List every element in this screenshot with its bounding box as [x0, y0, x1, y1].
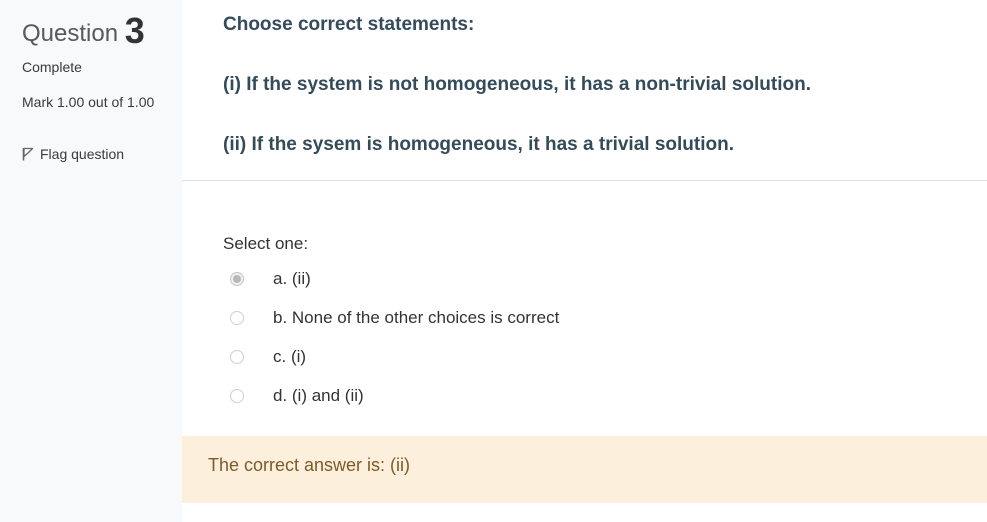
statement-ii: (ii) If the sysem is homogeneous, it has… [223, 134, 734, 155]
answer-option-a[interactable]: a. (ii) [230, 267, 311, 291]
question-text: Choose correct statements: (i) If the sy… [182, 0, 987, 181]
flag-icon [22, 147, 34, 161]
radio-button-c[interactable] [230, 350, 244, 364]
feedback-box: The correct answer is: (ii) [182, 436, 987, 503]
question-state: Complete [22, 59, 82, 75]
option-label-b: b. None of the other choices is correct [273, 308, 560, 327]
question-number: 3 [124, 10, 145, 51]
option-label-d: d. (i) and (ii) [273, 386, 364, 405]
question-content: Choose correct statements: (i) If the sy… [182, 0, 987, 522]
question-grade: Mark 1.00 out of 1.00 [22, 94, 155, 110]
option-label-a: a. (ii) [273, 269, 311, 288]
radio-button-a[interactable] [230, 272, 244, 286]
flag-question-label: Flag question [40, 146, 125, 162]
answer-option-b[interactable]: b. None of the other choices is correct [230, 306, 559, 330]
radio-button-b[interactable] [230, 311, 244, 325]
option-label-c: c. (i) [273, 347, 307, 366]
select-one-prompt: Select one: [223, 234, 309, 253]
question-instruction: Choose correct statements: [223, 14, 475, 35]
question-label: Question [22, 20, 119, 47]
question-number-heading: Question 3 [22, 8, 182, 51]
question-info-panel: Question 3 Complete Mark 1.00 out of 1.0… [0, 0, 182, 522]
radio-button-d[interactable] [230, 389, 244, 403]
answer-option-d[interactable]: d. (i) and (ii) [230, 384, 364, 408]
answer-option-c[interactable]: c. (i) [230, 345, 306, 369]
flag-question-link[interactable]: Flag question [22, 146, 124, 162]
statement-i: (i) If the system is not homogeneous, it… [223, 74, 811, 95]
correct-answer-text: The correct answer is: (ii) [208, 455, 411, 475]
